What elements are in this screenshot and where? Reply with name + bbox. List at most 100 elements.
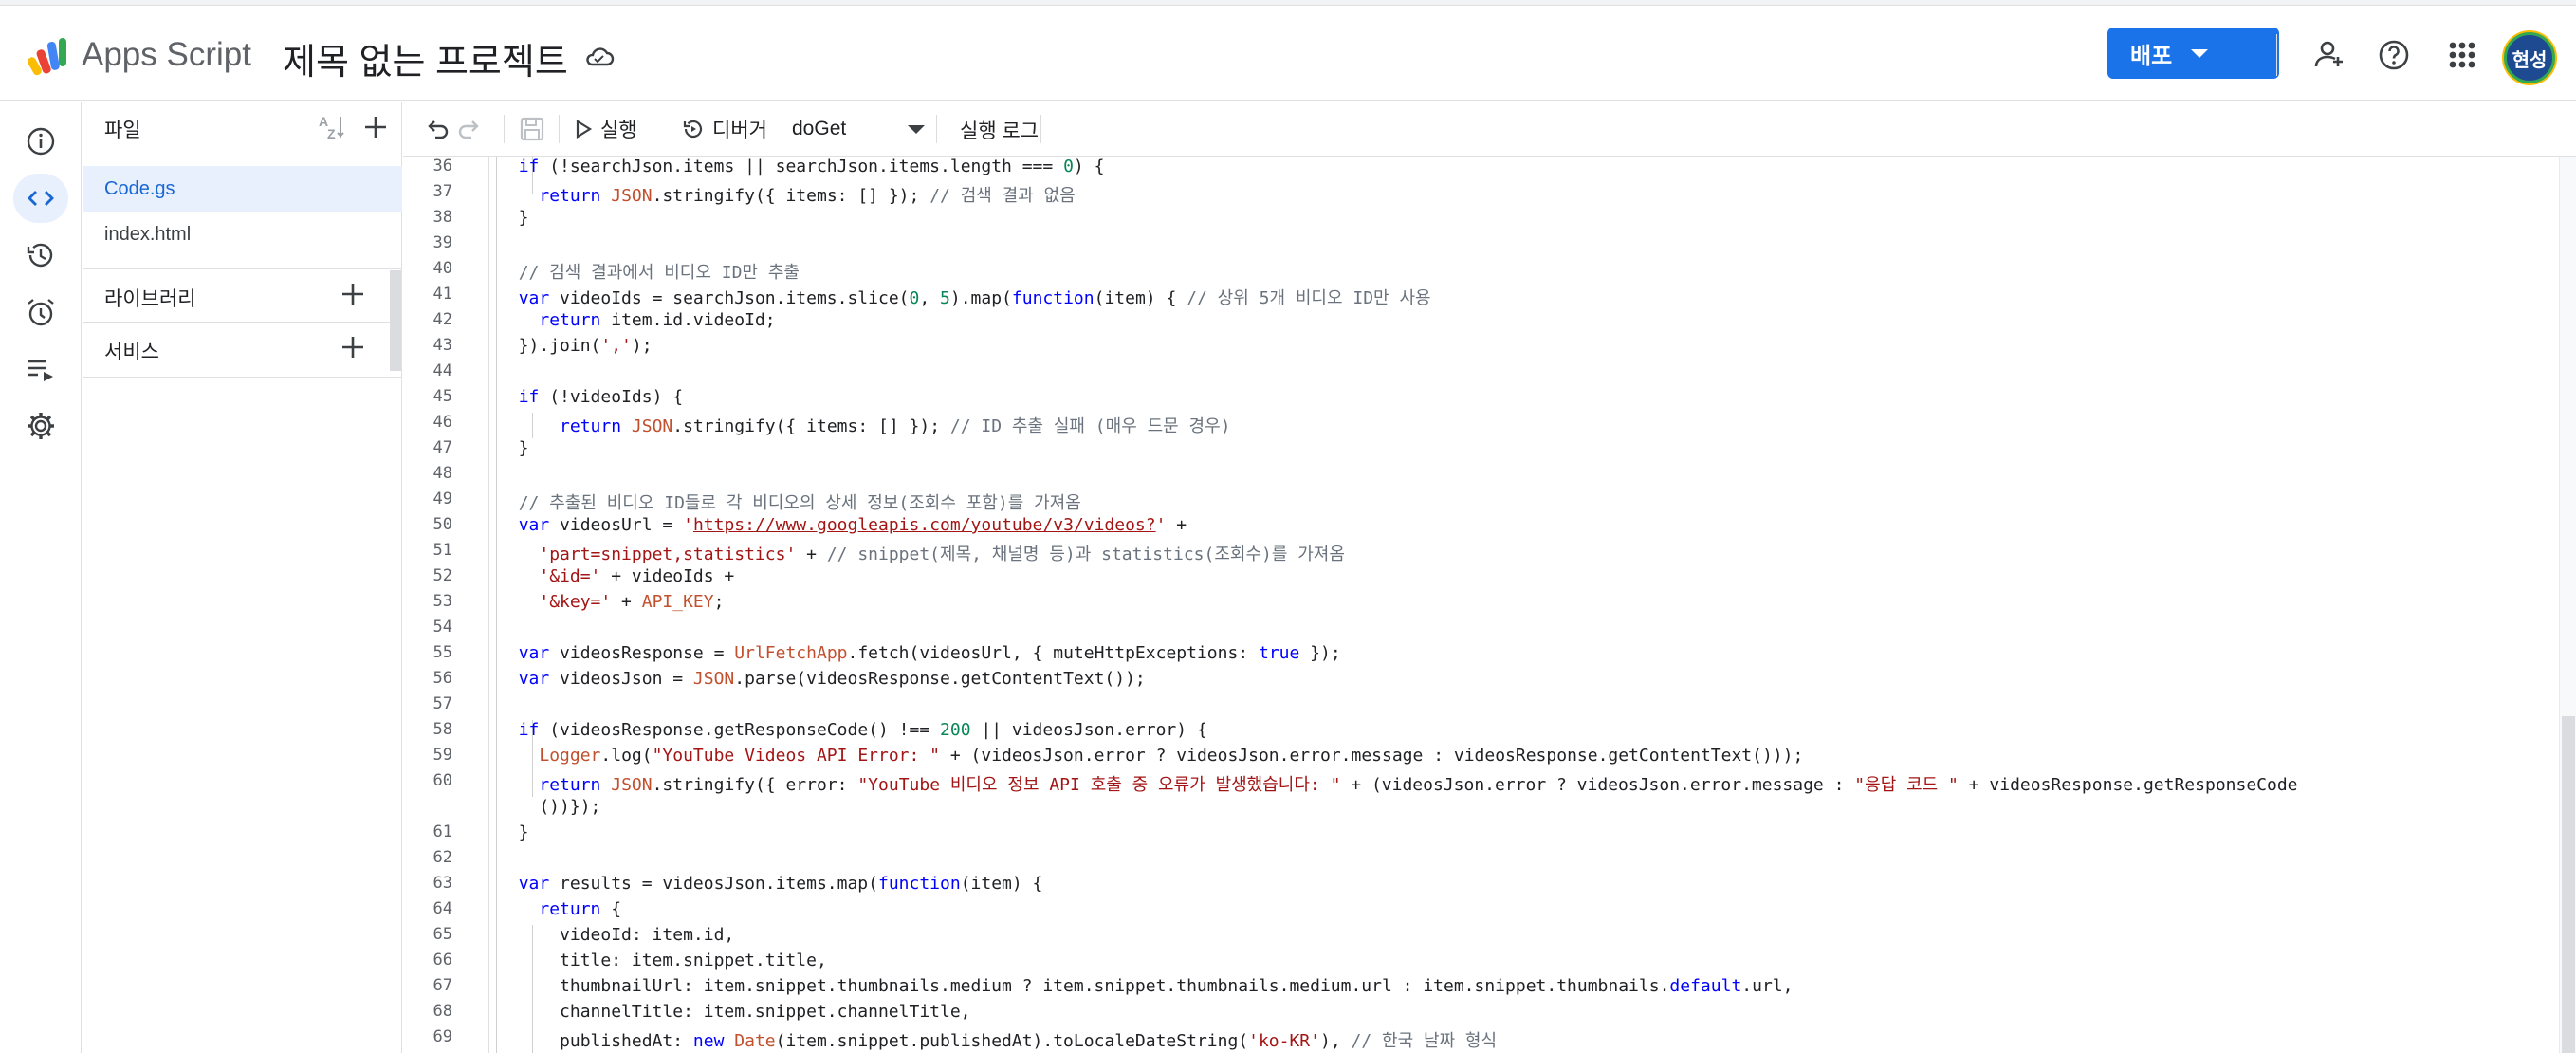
debug-history-icon [683, 120, 703, 139]
chevron-down-icon [908, 125, 925, 134]
line-number: 48 [432, 464, 452, 483]
app-name[interactable]: Apps Script [82, 36, 251, 74]
code-line: // 검색 결과에서 비디오 ID만 추출 [518, 263, 800, 283]
line-number: 57 [432, 694, 452, 713]
info-icon [27, 127, 55, 156]
line-number: 62 [432, 848, 452, 867]
left-navigation [0, 102, 82, 1053]
code-line: videoId: item.id, [498, 925, 735, 945]
line-number: 68 [432, 1002, 452, 1021]
function-select[interactable]: doGet [792, 111, 932, 147]
gutter-divider [488, 157, 489, 1053]
line-number: 66 [432, 951, 452, 970]
line-number: 45 [432, 387, 452, 406]
nav-triggers[interactable] [13, 287, 68, 337]
line-number: 61 [432, 822, 452, 841]
apps-grid-icon[interactable] [2443, 36, 2481, 74]
nav-versions[interactable] [13, 231, 68, 280]
line-number-gutter: 36 37 38 39 40 41 42 43 44 45 46 47 48 4… [403, 157, 488, 1053]
code-line: var results = videosJson.items.map(funct… [518, 874, 1043, 894]
help-icon[interactable] [2375, 36, 2413, 74]
line-number: 51 [432, 541, 452, 560]
line-number: 64 [432, 899, 452, 918]
code-line: channelTitle: item.snippet.channelTitle, [498, 1002, 971, 1022]
play-icon [576, 120, 593, 139]
line-number: 43 [432, 336, 452, 355]
line-number: 52 [432, 566, 452, 585]
alarm-icon [28, 299, 54, 326]
editor-scrollbar-thumb[interactable] [2562, 716, 2575, 1053]
app-header: Apps Script 제목 없는 프로젝트 배포 현성 [0, 6, 2576, 101]
code-line: // 추출된 비디오 ID들로 각 비디오의 상세 정보(조회수 포함)를 가져… [518, 493, 1081, 513]
add-file-icon[interactable] [361, 113, 390, 141]
debug-label: 디버거 [712, 120, 767, 141]
redo-icon[interactable] [456, 115, 485, 143]
execution-log-button[interactable]: 실행 로그 [960, 116, 1039, 144]
nav-overview[interactable] [13, 117, 68, 166]
code-line: var videosUrl = 'https://www.googleapis.… [518, 515, 1187, 535]
code-line: if (!searchJson.items || searchJson.item… [518, 157, 1105, 176]
files-title: 파일 [104, 120, 141, 141]
run-button[interactable]: 실행 [574, 111, 637, 147]
code-line: } [498, 208, 529, 228]
debug-button[interactable]: 디버거 [682, 111, 767, 147]
undo-icon[interactable] [422, 115, 451, 143]
line-number: 50 [432, 515, 452, 534]
code-line: title: item.snippet.title, [498, 951, 827, 970]
line-number: 39 [432, 233, 452, 252]
code-line: if (videosResponse.getResponseCode() !==… [518, 720, 1207, 740]
nav-executions[interactable] [13, 344, 68, 394]
add-library-icon[interactable] [339, 280, 367, 308]
line-number: 46 [432, 413, 452, 432]
project-title[interactable]: 제목 없는 프로젝트 [283, 32, 568, 84]
code-line: return JSON.stringify({ items: [] }); //… [539, 186, 1076, 206]
code-line: var videoIds = searchJson.items.slice(0,… [518, 288, 1431, 308]
list-play-icon [28, 360, 53, 381]
line-number: 53 [432, 592, 452, 611]
nav-settings[interactable] [13, 401, 68, 451]
services-label: 서비스 [104, 342, 159, 363]
services-divider [83, 322, 402, 323]
code-line: '&key=' + API_KEY; [539, 592, 725, 612]
deploy-button[interactable]: 배포 [2107, 28, 2279, 79]
toolbar-divider [936, 115, 937, 143]
chevron-down-icon [2191, 48, 2209, 58]
line-number: 63 [432, 874, 452, 893]
add-person-icon[interactable] [2309, 36, 2346, 74]
history-icon [27, 243, 53, 268]
line-number: 69 [432, 1027, 452, 1046]
account-avatar[interactable]: 현성 [2504, 32, 2555, 83]
code-line: if (!videoIds) { [518, 387, 684, 407]
editor-toolbar: 실행 디버거 doGet 실행 로그 [403, 102, 2576, 157]
file-item-index-html[interactable]: index.html [83, 212, 402, 257]
nav-editor[interactable] [13, 174, 68, 223]
panel-scrollbar[interactable] [390, 270, 401, 371]
line-number: 59 [432, 746, 452, 765]
gear-icon [28, 413, 54, 439]
deploy-label: 배포 [2130, 43, 2173, 69]
line-number: 67 [432, 976, 452, 995]
editor-scrollbar[interactable] [2559, 157, 2576, 1053]
line-number: 56 [432, 669, 452, 688]
libraries-label: 라이브러리 [104, 288, 196, 310]
file-item-code-gs[interactable]: Code.gs [83, 166, 402, 212]
code-line: '&id=' + videoIds + [539, 566, 735, 586]
sort-az-icon[interactable]: A Z [316, 111, 348, 143]
line-number: 44 [432, 361, 452, 380]
save-icon[interactable] [517, 114, 547, 144]
run-label: 실행 [600, 120, 637, 141]
code-line: Logger.log("YouTube Videos API Error: " … [539, 746, 1804, 766]
line-number: 49 [432, 490, 452, 508]
toolbar-divider [559, 115, 560, 143]
line-number: 47 [432, 438, 452, 457]
code-editor[interactable]: 36 37 38 39 40 41 42 43 44 45 46 47 48 4… [403, 157, 2576, 1053]
line-number: 41 [432, 285, 452, 304]
line-number: 54 [432, 618, 452, 637]
code-line: return { [539, 899, 622, 919]
code-icon [28, 191, 54, 206]
apps-script-logo[interactable] [25, 32, 72, 80]
line-number: 55 [432, 643, 452, 662]
add-service-icon[interactable] [339, 333, 367, 361]
code-line: }).join(','); [498, 336, 653, 356]
libraries-divider [83, 268, 402, 269]
